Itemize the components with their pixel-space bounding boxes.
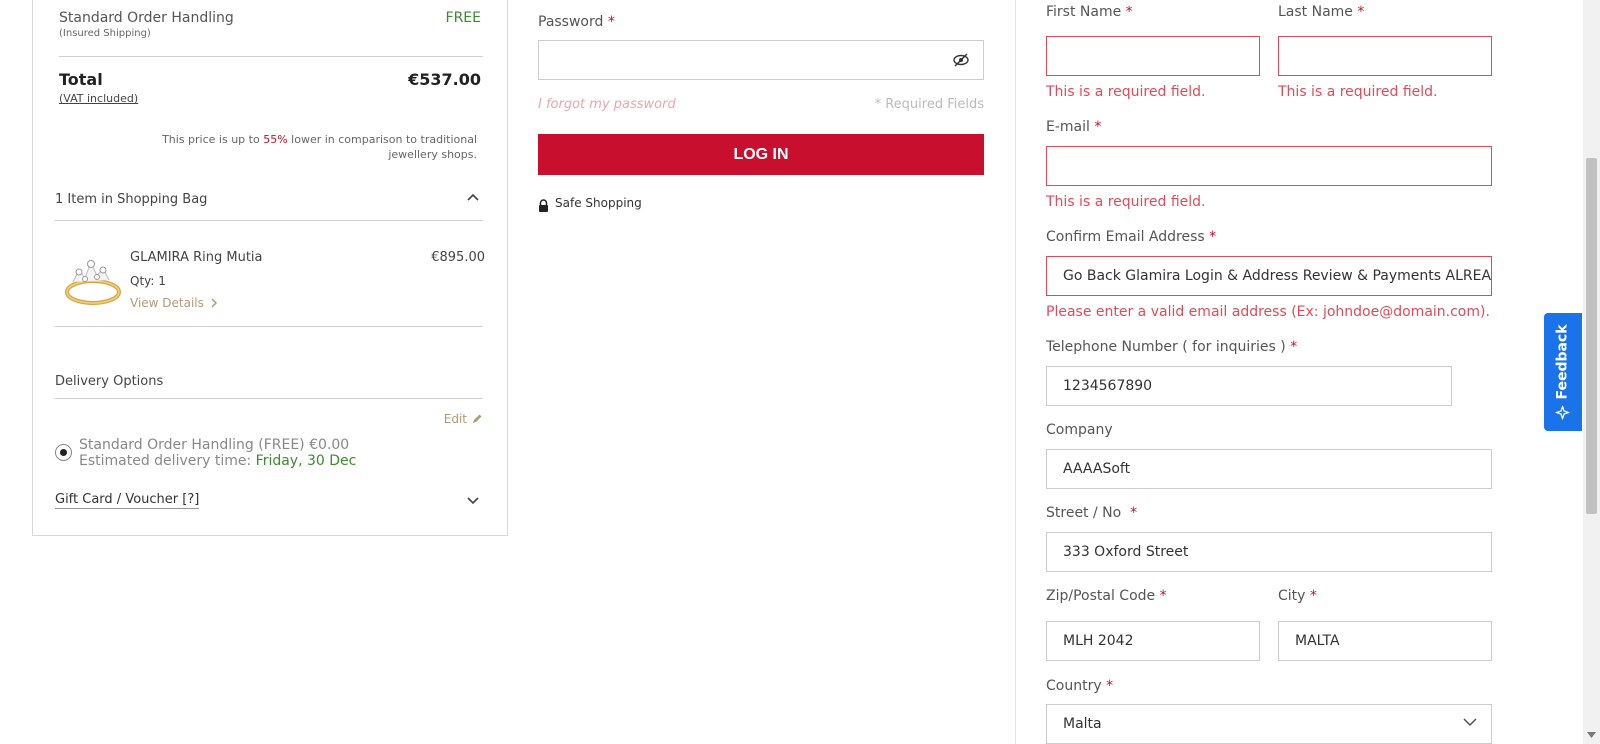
divider	[55, 398, 483, 399]
eye-slash-icon[interactable]	[952, 51, 970, 69]
gift-card-toggle[interactable]: Gift Card / Voucher [?]	[55, 492, 200, 509]
country-label: Country *	[1046, 678, 1114, 694]
login-button[interactable]: LOG IN	[538, 134, 984, 175]
chevron-up-icon[interactable]	[463, 188, 483, 208]
safe-shopping-label: Safe Shopping	[555, 196, 642, 210]
email-error: This is a required field.	[1046, 194, 1206, 210]
discount-percent: 55%	[263, 133, 288, 146]
company-label: Company	[1046, 422, 1113, 438]
item-price: €895.00	[431, 250, 485, 265]
phone-input[interactable]: 1234567890	[1046, 366, 1452, 406]
email-input[interactable]	[1046, 146, 1492, 186]
sparkle-star-icon	[1556, 405, 1570, 420]
first-name-error: This is a required field.	[1046, 84, 1206, 100]
handling-label: Standard Order Handling	[59, 10, 234, 26]
password-label: Password *	[538, 14, 615, 30]
delivery-estimate: Estimated delivery time: Friday, 30 Dec	[79, 453, 357, 469]
shopping-bag-toggle[interactable]: 1 Item in Shopping Bag	[55, 192, 207, 207]
order-summary-panel: Standard Order Handling (Insured Shippin…	[32, 0, 508, 536]
chevron-right-icon	[211, 298, 217, 308]
divider	[55, 326, 483, 327]
item-name: GLAMIRA Ring Mutia	[130, 250, 263, 265]
divider	[59, 56, 483, 57]
scrollbar-thumb[interactable]	[1586, 158, 1597, 514]
confirm-email-error: Please enter a valid email address (Ex: …	[1046, 304, 1490, 320]
phone-label: Telephone Number ( for inquiries ) *	[1046, 339, 1298, 355]
country-select[interactable]: Malta	[1046, 704, 1492, 744]
first-name-label: First Name *	[1046, 4, 1133, 20]
ring-product-image[interactable]	[57, 248, 127, 310]
total-label: Total	[59, 70, 103, 89]
item-qty: Qty: 1	[130, 274, 166, 288]
confirm-email-label: Confirm Email Address *	[1046, 229, 1217, 245]
delivery-options-title: Delivery Options	[55, 374, 164, 389]
pencil-icon	[473, 414, 482, 423]
zip-label: Zip/Postal Code *	[1046, 588, 1167, 604]
handling-price: FREE	[445, 10, 481, 26]
total-value: €537.00	[408, 70, 481, 89]
street-label: Street / No *	[1046, 505, 1138, 521]
last-name-label: Last Name *	[1278, 4, 1365, 20]
lock-icon	[539, 199, 548, 212]
city-input[interactable]: MALTA	[1278, 621, 1492, 661]
scroll-down-arrow-icon[interactable]	[1587, 732, 1596, 738]
delivery-option-radio[interactable]	[55, 444, 72, 461]
forgot-password-link[interactable]: I forgot my password	[538, 97, 676, 112]
last-name-input[interactable]	[1278, 36, 1492, 76]
handling-sublabel: (Insured Shipping)	[59, 28, 151, 39]
first-name-input[interactable]	[1046, 36, 1260, 76]
company-input[interactable]: AAAASoft	[1046, 449, 1492, 489]
chevron-down-icon[interactable]	[463, 490, 483, 510]
password-input[interactable]	[538, 40, 984, 80]
required-fields-note: * Required Fields	[874, 97, 984, 112]
street-input[interactable]: 333 Oxford Street	[1046, 532, 1492, 572]
divider	[55, 220, 483, 221]
delivery-date: Friday, 30 Dec	[255, 453, 357, 469]
city-label: City *	[1278, 588, 1317, 604]
edit-delivery-link[interactable]: Edit	[444, 412, 483, 426]
vat-link[interactable]: (VAT included)	[59, 92, 138, 105]
email-label: E-mail *	[1046, 119, 1102, 135]
zip-input[interactable]: MLH 2042	[1046, 621, 1260, 661]
chevron-down-icon[interactable]	[1462, 716, 1478, 728]
confirm-email-input[interactable]: Go Back Glamira Login & Address Review &…	[1046, 256, 1492, 296]
feedback-tab[interactable]: Feedback	[1544, 313, 1582, 431]
last-name-error: This is a required field.	[1278, 84, 1438, 100]
price-comparison-note: This price is up to 55% lower in compari…	[162, 133, 477, 161]
view-details-link[interactable]: View Details	[130, 296, 218, 310]
delivery-option-label: Standard Order Handling (FREE) €0.00	[79, 437, 350, 453]
